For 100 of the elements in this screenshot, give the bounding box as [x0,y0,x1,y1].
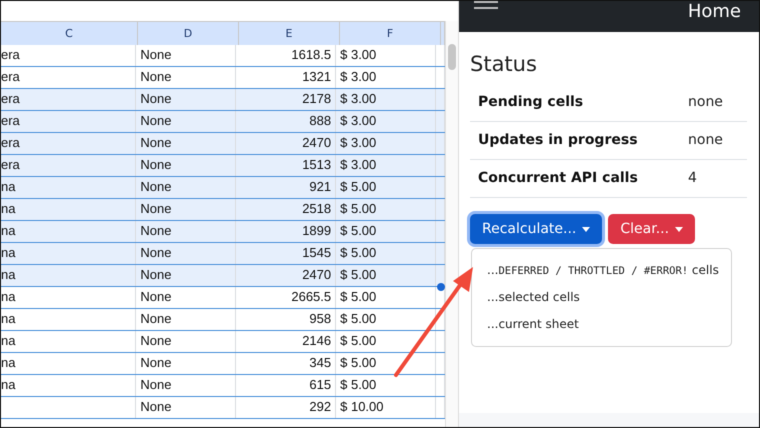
table-cell: $ 5.00 [340,355,376,370]
table-row[interactable]: era None 2470 $ 3.00 [1,133,445,155]
table-cell: $ 3.00 [340,91,376,106]
table-cell: $ 3.00 [340,135,376,150]
dropdown-button[interactable]: Clear... [608,214,696,244]
table-cell: None [140,289,172,304]
table-cell: $ 5.00 [340,201,376,216]
fill-handle[interactable] [437,283,445,291]
status-value: none [688,94,723,110]
table-cell: None [140,223,172,238]
table-cell: 615 [309,377,332,392]
table-cell: na [1,201,16,216]
table-cell: 1899 [302,223,332,238]
menu-item[interactable]: ...current sheet [472,313,731,340]
table-cell: 921 [309,179,332,194]
table-cell: $ 5.00 [340,311,376,326]
table-cell: $ 5.00 [340,179,376,194]
table-cell: 958 [309,311,332,326]
table-row[interactable]: na None 615 $ 5.00 [1,375,445,397]
caret-icon [582,226,590,232]
table-cell: na [1,377,16,392]
table-cell: era [1,47,20,62]
table-row[interactable]: era None 1513 $ 3.00 [1,155,445,177]
table-cell: 2146 [302,333,332,348]
table-row[interactable]: None 292 $ 10.00 [1,397,445,419]
table-cell: None [140,157,172,172]
table-cell: $ 5.00 [340,289,376,304]
column-header[interactable]: E [239,22,340,45]
table-cell: $ 5.00 [340,333,376,348]
table-cell: era [1,69,20,84]
table-cell: $ 3.00 [340,113,376,128]
table-cell: 292 [309,399,332,414]
table-cell: None [140,47,172,62]
table-cell: 345 [309,355,332,370]
column-header[interactable]: C [1,22,138,45]
table-cell: era [1,91,20,106]
table-cell: $ 5.00 [340,223,376,238]
table-cell: na [1,311,16,326]
table-cell: 2470 [302,267,332,282]
table-cell: 2665.5 [291,289,332,304]
table-row[interactable]: na None 1545 $ 5.00 [1,243,445,265]
table-row[interactable]: na None 2146 $ 5.00 [1,331,445,353]
table-cell: na [1,179,16,194]
table-row[interactable]: na None 2518 $ 5.00 [1,199,445,221]
status-label: Updates in progress [478,132,639,148]
table-cell: None [140,311,172,326]
table-cell: na [1,245,16,260]
scrollbar[interactable] [445,21,458,427]
table-cell: $ 3.00 [340,157,376,172]
table-cell: None [140,267,172,282]
table-cell: $ 5.00 [340,377,376,392]
menu-item[interactable]: ...DEFERRED / THROTTLED / #ERROR! cells [472,259,731,286]
table-cell: 888 [309,113,332,128]
table-cell: 2178 [302,91,332,106]
dropdown-button[interactable]: Recalculate... [470,214,602,244]
table-cell: 1513 [302,157,332,172]
table-cell: na [1,355,16,370]
status-label: Pending cells [478,94,584,110]
section-title: Status [470,52,538,76]
table-cell: None [140,377,172,392]
table-row[interactable]: na None 2665.5 $ 5.00 [1,287,445,309]
table-row[interactable]: na None 345 $ 5.00 [1,353,445,375]
table-cell: 1321 [302,69,332,84]
table-cell: $ 3.00 [340,47,376,62]
table-cell: na [1,267,16,282]
table-cell: None [140,91,172,106]
table-row[interactable]: na None 921 $ 5.00 [1,177,445,199]
table-cell: 2470 [302,135,332,150]
table-cell: None [140,135,172,150]
table-cell: None [140,113,172,128]
table-cell: None [140,245,172,260]
table-cell: na [1,289,16,304]
table-cell: None [140,69,172,84]
status-value: 4 [688,170,697,186]
table-cell: era [1,113,20,128]
table-row[interactable]: na None 958 $ 5.00 [1,309,445,331]
table-cell: 1618.5 [291,47,332,62]
table-cell: None [140,179,172,194]
status-value: none [688,132,723,148]
table-row[interactable]: era None 1618.5 $ 3.00 [1,45,445,67]
table-cell: $ 5.00 [340,245,376,260]
table-cell: None [140,201,172,216]
caret-icon [675,226,684,232]
table-cell: 2518 [302,201,332,216]
table-cell: None [140,355,172,370]
column-header[interactable]: F [340,22,441,45]
column-header[interactable]: D [138,22,239,45]
menu-item[interactable]: ...selected cells [472,286,731,313]
table-cell: None [140,399,172,414]
table-cell: na [1,223,16,238]
table-cell: None [140,333,172,348]
navbar-title[interactable]: Home [688,3,741,21]
table-row[interactable]: era None 2178 $ 3.00 [1,89,445,111]
table-row[interactable]: era None 888 $ 3.00 [1,111,445,133]
table-cell: $ 3.00 [340,69,376,84]
status-label: Concurrent API calls [478,170,639,186]
table-cell: 1545 [302,245,332,260]
table-cell: na [1,333,16,348]
table-cell: $ 10.00 [340,399,384,414]
table-row[interactable]: na None 1899 $ 5.00 [1,221,445,243]
